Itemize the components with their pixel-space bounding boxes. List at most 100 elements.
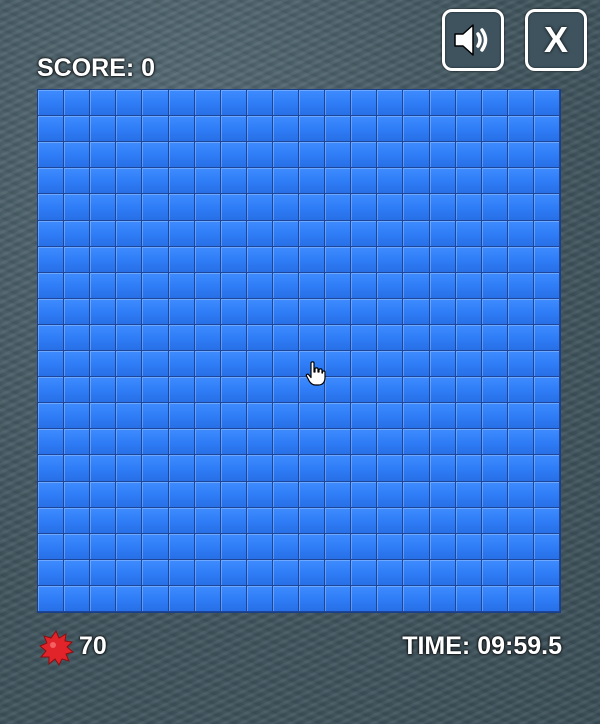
board-cell[interactable] <box>272 168 299 195</box>
board-cell[interactable] <box>403 116 430 143</box>
board-cell[interactable] <box>272 507 299 534</box>
board-cell[interactable] <box>533 455 560 482</box>
board-cell[interactable] <box>351 324 378 351</box>
board-cell[interactable] <box>194 533 221 560</box>
board-cell[interactable] <box>299 168 326 195</box>
board-cell[interactable] <box>272 429 299 456</box>
board-cell[interactable] <box>38 168 65 195</box>
board-cell[interactable] <box>116 559 143 586</box>
board-cell[interactable] <box>455 272 482 299</box>
board-cell[interactable] <box>168 168 195 195</box>
board-cell[interactable] <box>299 246 326 273</box>
board-cell[interactable] <box>272 324 299 351</box>
board-cell[interactable] <box>168 507 195 534</box>
board-cell[interactable] <box>38 559 65 586</box>
board-cell[interactable] <box>220 246 247 273</box>
board-cell[interactable] <box>64 533 91 560</box>
board-cell[interactable] <box>116 585 143 612</box>
board-cell[interactable] <box>142 507 169 534</box>
board-cell[interactable] <box>403 168 430 195</box>
board-cell[interactable] <box>246 168 273 195</box>
board-cell[interactable] <box>455 429 482 456</box>
board-cell[interactable] <box>90 377 117 404</box>
board-cell[interactable] <box>325 429 352 456</box>
board-cell[interactable] <box>220 298 247 325</box>
board-cell[interactable] <box>168 533 195 560</box>
board-cell[interactable] <box>429 90 456 117</box>
board-cell[interactable] <box>142 324 169 351</box>
board-cell[interactable] <box>64 272 91 299</box>
board-cell[interactable] <box>455 90 482 117</box>
board-cell[interactable] <box>377 481 404 508</box>
board-cell[interactable] <box>38 585 65 612</box>
board-cell[interactable] <box>299 272 326 299</box>
board-cell[interactable] <box>64 324 91 351</box>
board-cell[interactable] <box>455 168 482 195</box>
board-cell[interactable] <box>116 298 143 325</box>
board-cell[interactable] <box>429 324 456 351</box>
board-cell[interactable] <box>481 168 508 195</box>
board-cell[interactable] <box>377 246 404 273</box>
board-cell[interactable] <box>272 142 299 169</box>
board-cell[interactable] <box>455 116 482 143</box>
board-cell[interactable] <box>90 246 117 273</box>
board-cell[interactable] <box>116 351 143 378</box>
board-cell[interactable] <box>403 429 430 456</box>
board-cell[interactable] <box>533 298 560 325</box>
board-cell[interactable] <box>299 429 326 456</box>
board-cell[interactable] <box>533 246 560 273</box>
board-cell[interactable] <box>351 194 378 221</box>
board-cell[interactable] <box>429 559 456 586</box>
board-cell[interactable] <box>246 507 273 534</box>
board-cell[interactable] <box>272 220 299 247</box>
board-cell[interactable] <box>533 559 560 586</box>
sound-toggle-button[interactable] <box>442 9 504 71</box>
board-cell[interactable] <box>403 481 430 508</box>
board-cell[interactable] <box>64 142 91 169</box>
board-cell[interactable] <box>351 559 378 586</box>
board-cell[interactable] <box>64 351 91 378</box>
board-cell[interactable] <box>246 220 273 247</box>
board-cell[interactable] <box>299 481 326 508</box>
board-cell[interactable] <box>507 168 534 195</box>
board-cell[interactable] <box>507 585 534 612</box>
board-cell[interactable] <box>377 272 404 299</box>
board-cell[interactable] <box>142 272 169 299</box>
board-cell[interactable] <box>429 403 456 430</box>
board-cell[interactable] <box>299 533 326 560</box>
board-cell[interactable] <box>299 403 326 430</box>
board-cell[interactable] <box>507 220 534 247</box>
board-cell[interactable] <box>64 194 91 221</box>
board-cell[interactable] <box>429 272 456 299</box>
board-cell[interactable] <box>38 533 65 560</box>
board-cell[interactable] <box>64 403 91 430</box>
board-cell[interactable] <box>90 351 117 378</box>
board-cell[interactable] <box>38 246 65 273</box>
board-cell[interactable] <box>64 481 91 508</box>
board-cell[interactable] <box>272 481 299 508</box>
board-cell[interactable] <box>194 90 221 117</box>
board-cell[interactable] <box>220 272 247 299</box>
board-cell[interactable] <box>90 455 117 482</box>
board-cell[interactable] <box>481 324 508 351</box>
board-cell[interactable] <box>351 116 378 143</box>
board-cell[interactable] <box>429 142 456 169</box>
board-cell[interactable] <box>377 116 404 143</box>
board-cell[interactable] <box>272 90 299 117</box>
board-cell[interactable] <box>507 533 534 560</box>
board-cell[interactable] <box>64 429 91 456</box>
board-cell[interactable] <box>116 481 143 508</box>
board-cell[interactable] <box>403 324 430 351</box>
board-cell[interactable] <box>220 585 247 612</box>
board-cell[interactable] <box>351 403 378 430</box>
board-cell[interactable] <box>194 507 221 534</box>
board-cell[interactable] <box>325 481 352 508</box>
board-cell[interactable] <box>90 90 117 117</box>
board-cell[interactable] <box>142 194 169 221</box>
board-cell[interactable] <box>220 116 247 143</box>
board-cell[interactable] <box>38 220 65 247</box>
board-cell[interactable] <box>194 429 221 456</box>
board-cell[interactable] <box>64 559 91 586</box>
board-cell[interactable] <box>116 377 143 404</box>
board-cell[interactable] <box>90 194 117 221</box>
